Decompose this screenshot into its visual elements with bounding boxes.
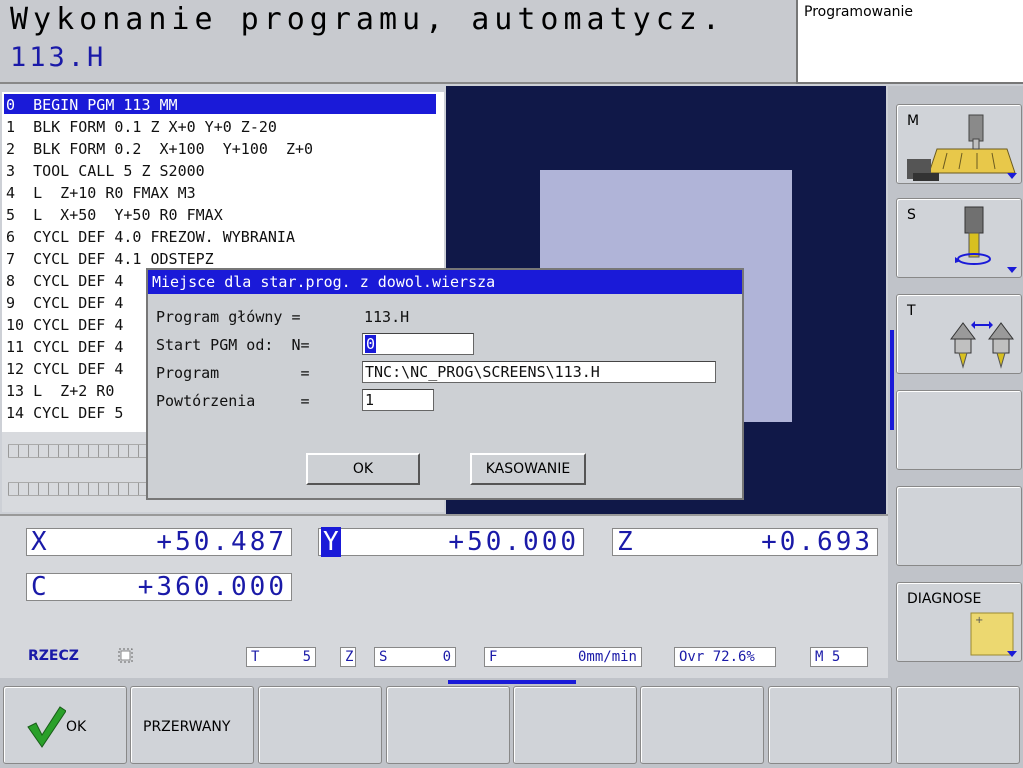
axis-c-value: +360.000 <box>137 572 287 602</box>
start-block-input[interactable]: 0 <box>362 333 474 355</box>
softkey-diagnose-arrow-icon <box>1007 651 1017 657</box>
softkey-empty-5[interactable] <box>513 686 637 764</box>
status-tool: T 5 <box>246 647 316 667</box>
softkey-interrupted-label: PRZERWANY <box>143 719 231 735</box>
axis-x-value: +50.487 <box>156 527 287 557</box>
softkey-empty-2[interactable] <box>896 486 1022 566</box>
main-program-label: Program główny = <box>156 308 301 326</box>
softkey-interrupted[interactable]: PRZERWANY <box>130 686 254 764</box>
listing-line[interactable]: 1 BLK FORM 0.1 Z X+0 Y+0 Z-20 <box>4 116 436 136</box>
machine-table-icon <box>907 114 1016 181</box>
block-scan-dialog: Miejsce dla star.prog. z dowol.wiersza P… <box>146 268 744 500</box>
status-spindle-value: 0 <box>442 649 451 665</box>
axis-x: X +50.487 <box>26 527 292 557</box>
status-tool-value: 5 <box>302 649 311 665</box>
softkey-ok-label: OK <box>66 719 87 735</box>
listing-line[interactable]: 0 BEGIN PGM 113 MM <box>4 94 436 114</box>
dialog-title: Miejsce dla star.prog. z dowol.wiersza <box>148 270 742 294</box>
program-path-label: Program = <box>156 364 310 382</box>
softkey-diagnose-label: DIAGNOSE <box>907 591 982 607</box>
softkey-s-label: S <box>907 207 916 223</box>
listing-line[interactable]: 6 CYCL DEF 4.0 FREZOW. WYBRANIA <box>4 226 436 246</box>
softkey-empty-8[interactable] <box>896 686 1020 764</box>
listing-line[interactable]: 7 CYCL DEF 4.1 ODSTEPZ <box>4 248 436 268</box>
checkmark-icon <box>27 706 66 748</box>
status-spindle: S 0 <box>374 647 456 667</box>
axis-y: Y +50.000 <box>318 527 584 557</box>
listing-line[interactable]: 4 L Z+10 R0 FMAX M3 <box>4 182 436 202</box>
dialog-cancel-button[interactable]: KASOWANIE <box>470 453 586 485</box>
softkey-empty-6[interactable] <box>640 686 764 764</box>
dialog-ok-button[interactable]: OK <box>306 453 420 485</box>
repetitions-label: Powtórzenia = <box>156 392 310 410</box>
axis-x-label: X <box>31 527 47 557</box>
axis-y-value: +50.000 <box>448 527 579 557</box>
position-display: X +50.487 Y +50.000 Z +0.693 C +360.000 … <box>0 514 888 678</box>
softkey-empty-4[interactable] <box>386 686 510 764</box>
program-name: 113.H <box>10 42 107 73</box>
status-feed-label: F <box>489 649 498 665</box>
status-m-value: M 5 <box>815 649 841 665</box>
softkey-scroll-indicator <box>890 330 894 430</box>
softkey-empty-1[interactable] <box>896 390 1022 470</box>
status-m-function: M 5 <box>810 647 868 667</box>
mode-title: Wykonanie programu, automatycz. <box>10 2 725 37</box>
datum-icon <box>118 648 133 663</box>
softkey-ok[interactable]: OK <box>3 686 127 764</box>
header-bar: Wykonanie programu, automatycz. 113.H <box>0 0 796 84</box>
softkey-page-indicator <box>448 680 576 684</box>
status-override: Ovr 72.6% <box>674 647 776 667</box>
softkey-t-label: T <box>907 303 916 319</box>
status-tool-axis-label: Z <box>345 649 354 665</box>
status-spindle-label: S <box>379 649 388 665</box>
tool-change-icon <box>950 321 1014 369</box>
status-override-value: Ovr 72.6% <box>679 649 755 665</box>
softkey-empty-3[interactable] <box>258 686 382 764</box>
listing-line[interactable]: 5 L X+50 Y+50 R0 FMAX <box>4 204 436 224</box>
axis-z-label: Z <box>617 527 633 557</box>
softkey-m-function[interactable]: M <box>896 104 1022 184</box>
softkey-m-arrow-icon <box>1007 173 1017 179</box>
position-mode-label: RZECZ <box>28 648 79 664</box>
softkey-s-arrow-icon <box>1007 267 1017 273</box>
axis-c-label: C <box>31 572 47 602</box>
listing-line[interactable]: 3 TOOL CALL 5 Z S2000 <box>4 160 436 180</box>
listing-line[interactable]: 2 BLK FORM 0.2 X+100 Y+100 Z+0 <box>4 138 436 158</box>
status-feed-value: 0mm/min <box>577 649 637 665</box>
spindle-icon <box>955 206 991 265</box>
secondary-mode-label: Programowanie <box>804 4 914 20</box>
repetitions-input[interactable]: 1 <box>362 389 434 411</box>
start-block-label: Start PGM od: N= <box>156 336 310 354</box>
status-feed: F 0mm/min <box>484 647 642 667</box>
axis-z: Z +0.693 <box>612 527 878 557</box>
axis-z-value: +0.693 <box>761 527 873 557</box>
start-block-value: 0 <box>365 335 377 353</box>
secondary-mode-panel[interactable]: Programowanie <box>796 0 1023 84</box>
main-program-value: 113.H <box>364 308 410 326</box>
axis-y-label: Y <box>321 527 341 557</box>
softkey-s-spindle[interactable]: S <box>896 198 1022 278</box>
svg-text:+: + <box>975 615 983 626</box>
status-tool-label: T <box>251 649 260 665</box>
program-path-input[interactable]: TNC:\NC_PROG\SCREENS\113.H <box>362 361 716 383</box>
softkey-diagnose[interactable]: DIAGNOSE + <box>896 582 1022 662</box>
axis-c: C +360.000 <box>26 572 292 602</box>
softkey-t-tool[interactable]: T <box>896 294 1022 374</box>
softkey-empty-7[interactable] <box>768 686 892 764</box>
status-tool-axis: Z <box>340 647 356 667</box>
